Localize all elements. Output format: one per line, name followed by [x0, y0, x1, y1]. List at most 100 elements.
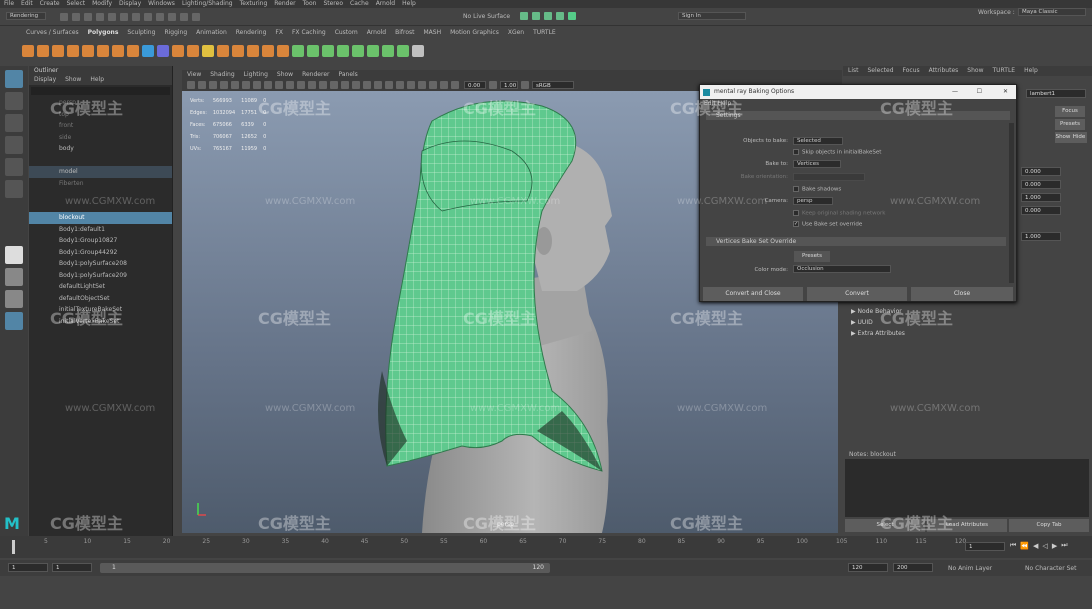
gate-mask-icon[interactable]	[264, 81, 272, 89]
hypershade-icon[interactable]	[568, 12, 576, 20]
attr-section-uuid[interactable]: ▶ UUID	[851, 317, 1081, 328]
viewport-menu-shading[interactable]: Shading	[210, 70, 234, 79]
magnet-icon[interactable]	[192, 13, 200, 21]
outliner-item[interactable]: Fiberten	[29, 178, 172, 190]
copy-tab-button[interactable]: Copy Tab	[1009, 519, 1089, 532]
shelf-tool-icon[interactable]	[202, 45, 214, 57]
outliner-search[interactable]	[31, 87, 170, 95]
wireframe-icon[interactable]	[297, 81, 305, 89]
shelf-tool-icon[interactable]	[352, 45, 364, 57]
rotate-tool-icon[interactable]	[5, 158, 23, 176]
attr-menu-selected[interactable]: Selected	[868, 66, 894, 76]
convert-and-close-button[interactable]: Convert and Close	[703, 287, 803, 301]
outliner-item[interactable]: defaultLightSet	[29, 281, 172, 293]
play-forward-icon[interactable]: ▶	[1052, 542, 1057, 550]
skip-objects-checkbox[interactable]: Skip objects in initialBakeSet	[793, 149, 881, 156]
single-layout-icon[interactable]	[5, 246, 23, 264]
outliner-item[interactable]: Body1:polySurface208	[29, 258, 172, 270]
shelf-tool-icon[interactable]	[142, 45, 154, 57]
menu-edit[interactable]: Edit	[21, 0, 33, 8]
shelf-tool-icon[interactable]	[397, 45, 409, 57]
shelf-tab-turtle[interactable]: TURTLE	[533, 28, 556, 38]
step-back-icon[interactable]: ◀	[1033, 542, 1038, 550]
shelf-tool-icon[interactable]	[172, 45, 184, 57]
shelf-tool-icon[interactable]	[217, 45, 229, 57]
use-override-box[interactable]: ✓	[793, 221, 799, 227]
viewport-menu-lighting[interactable]: Lighting	[244, 70, 268, 79]
shelf-tool-icon[interactable]	[187, 45, 199, 57]
attr-menu-help[interactable]: Help	[1024, 66, 1038, 76]
presets-dialog-button[interactable]: Presets	[794, 251, 830, 262]
dialog-menu[interactable]: Edit Help	[700, 99, 1016, 109]
ao-icon[interactable]	[363, 81, 371, 89]
outliner-item[interactable]	[29, 201, 172, 213]
new-scene-icon[interactable]	[60, 13, 68, 21]
outliner-menu-display[interactable]: Display	[34, 75, 56, 85]
shelf-tab-animation[interactable]: Animation	[196, 28, 227, 38]
snap-point-icon[interactable]	[180, 13, 188, 21]
shelf-tab-fx[interactable]: FX	[275, 28, 283, 38]
menu-arnold[interactable]: Arnold	[376, 0, 395, 8]
outliner-item[interactable]: model	[29, 166, 172, 178]
menu-stereo[interactable]: Stereo	[323, 0, 343, 8]
range-start-field[interactable]: 1	[52, 563, 92, 572]
shelf-tool-icon[interactable]	[292, 45, 304, 57]
shelf-tab-fx-caching[interactable]: FX Caching	[292, 28, 326, 38]
bake-shadows-checkbox[interactable]: Bake shadows	[793, 186, 841, 193]
select-component-icon[interactable]	[144, 13, 152, 21]
outliner-item[interactable]: top	[29, 109, 172, 121]
color-mode-dropdown[interactable]: Occlusion	[793, 265, 891, 273]
presets-button[interactable]: Presets	[1055, 119, 1085, 130]
time-slider[interactable]: 5 10 15 20 25 30 35 40 45 50 55 60 65 70 75 80 85 90 95 100…	[0, 536, 1092, 558]
attr-menu-show[interactable]: Show	[967, 66, 983, 76]
shelf-tab-bifrost[interactable]: Bifrost	[395, 28, 414, 38]
outliner-layout-icon[interactable]	[5, 312, 23, 330]
shelf-tab-xgen[interactable]: XGen	[508, 28, 524, 38]
menu-set-dropdown[interactable]: Rendering	[6, 12, 46, 20]
shelf-tool-icon[interactable]	[322, 45, 334, 57]
render-settings-icon[interactable]	[556, 12, 564, 20]
live-surface-label[interactable]: No Live Surface	[463, 13, 510, 20]
play-back-icon[interactable]: ◁	[1042, 542, 1047, 550]
render-current-icon[interactable]	[532, 12, 540, 20]
aa-icon[interactable]	[385, 81, 393, 89]
shelf-tool-icon[interactable]	[277, 45, 289, 57]
shelf-tool-icon[interactable]	[247, 45, 259, 57]
shelf-tab-polygons[interactable]: Polygons	[88, 28, 119, 38]
focus-button[interactable]: Focus	[1055, 106, 1085, 117]
current-frame-field[interactable]: 1	[965, 542, 1005, 551]
attr-menu-attributes[interactable]: Attributes	[929, 66, 959, 76]
dialog-scrollbar[interactable]	[1009, 123, 1014, 283]
menu-render[interactable]: Render	[274, 0, 295, 8]
shelf-tool-icon[interactable]	[97, 45, 109, 57]
step-back-key-icon[interactable]: ⏪	[1020, 542, 1029, 550]
menu-texturing[interactable]: Texturing	[240, 0, 268, 8]
skip-checkbox-box[interactable]	[793, 149, 799, 155]
attr-menu-list[interactable]: List	[848, 66, 859, 76]
outliner-item[interactable]: Body1:polySurface209	[29, 270, 172, 282]
outliner-item[interactable]: initialTextureBakeSet	[29, 304, 172, 316]
textured-icon[interactable]	[330, 81, 338, 89]
move-tool-icon[interactable]	[5, 136, 23, 154]
settings-section[interactable]: Settings	[706, 111, 1010, 120]
ipr-render-icon[interactable]	[544, 12, 552, 20]
shelf-tool-icon[interactable]	[67, 45, 79, 57]
menu-windows[interactable]: Windows	[148, 0, 175, 8]
workspace-dropdown[interactable]: Maya Classic	[1018, 8, 1086, 16]
shelf-tool-icon[interactable]	[382, 45, 394, 57]
start-time-field[interactable]: 1	[8, 563, 48, 572]
shelf-tab-rigging[interactable]: Rigging	[164, 28, 187, 38]
exposure-icon[interactable]	[451, 81, 459, 89]
outliner-item[interactable]: body	[29, 143, 172, 155]
snap-grid-icon[interactable]	[156, 13, 164, 21]
close-button[interactable]: Close	[911, 287, 1013, 301]
shelf-tool-icon[interactable]	[127, 45, 139, 57]
shelf-tab-custom[interactable]: Custom	[335, 28, 358, 38]
film-gate-icon[interactable]	[242, 81, 250, 89]
keep-shading-checkbox[interactable]: Keep original shading network	[793, 210, 885, 217]
attr-menu-turtle[interactable]: TURTLE	[992, 66, 1015, 76]
go-end-icon[interactable]: ⏭	[1061, 541, 1067, 550]
outliner-menu-help[interactable]: Help	[90, 75, 104, 85]
menu-lightingshading[interactable]: Lighting/Shading	[182, 0, 233, 8]
outliner-item[interactable]: blockout	[29, 212, 172, 224]
